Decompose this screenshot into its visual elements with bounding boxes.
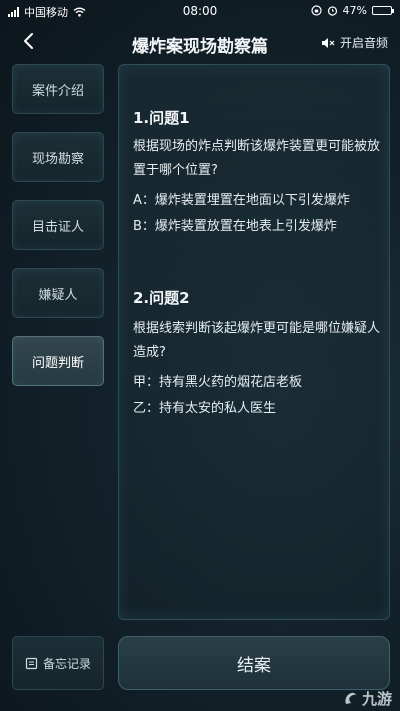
sidebar-item-label: 现场勘察	[31, 151, 84, 167]
question1-option-b: B：爆炸装置放置在地表上引发爆炸	[133, 219, 337, 234]
memo-button[interactable]: 备忘记录	[12, 636, 104, 690]
sidebar-item-witness[interactable]: 目击证人	[12, 200, 104, 250]
question2-heading: 2.问题2	[133, 289, 190, 307]
question1-text: 根据现场的炸点判断该爆炸装置更可能被放置于哪个位置?	[133, 139, 381, 178]
question2-text: 根据线索判断该起爆炸更可能是哪位嫌疑人造成?	[133, 321, 381, 360]
sidebar-item-label: 问题判断	[31, 355, 84, 371]
audio-label: 开启音频	[339, 36, 388, 50]
sidebar-item-question-judgement[interactable]: 问题判断	[12, 336, 104, 386]
alarm-icon	[327, 6, 337, 16]
sidebar-item-label: 目击证人	[31, 219, 84, 235]
status-bar: 中国移动 08:00 47%	[0, 0, 400, 22]
sidebar-item-suspects[interactable]: 嫌疑人	[12, 268, 104, 318]
battery-icon	[372, 6, 394, 15]
watermark: 九游	[342, 688, 392, 709]
header: 爆炸案现场勘察篇 开启音频	[0, 22, 400, 62]
jiuyou-logo-icon	[345, 692, 356, 704]
audio-toggle[interactable]: 开启音频	[321, 34, 388, 51]
notepad-icon	[25, 657, 38, 669]
question1-option-a: A：爆炸装置埋置在地面以下引发爆炸	[133, 193, 350, 208]
content-panel: 1.问题1 根据现场的炸点判断该爆炸装置更可能被放置于哪个位置? A：爆炸装置埋…	[118, 64, 390, 620]
sidebar-item-case-intro[interactable]: 案件介绍	[12, 64, 104, 114]
close-case-label: 结案	[237, 655, 271, 676]
question1-heading: 1.问题1	[133, 109, 190, 127]
sidebar-item-label: 案件介绍	[31, 83, 84, 99]
question2-option-a: 甲：持有黑火药的烟花店老板	[133, 375, 303, 390]
rotation-lock-icon	[310, 5, 322, 16]
status-right: 47%	[310, 4, 394, 17]
watermark-text: 九游	[361, 690, 392, 708]
battery-percent: 47%	[342, 4, 367, 17]
sidebar-item-label: 嫌疑人	[38, 287, 78, 303]
close-case-button[interactable]: 结案	[118, 636, 390, 690]
speaker-mute-icon	[321, 37, 335, 48]
question2-option-b: 乙：持有太安的私人医生	[133, 401, 277, 416]
sidebar-item-scene-survey[interactable]: 现场勘察	[12, 132, 104, 182]
memo-label: 备忘记录	[42, 656, 91, 671]
